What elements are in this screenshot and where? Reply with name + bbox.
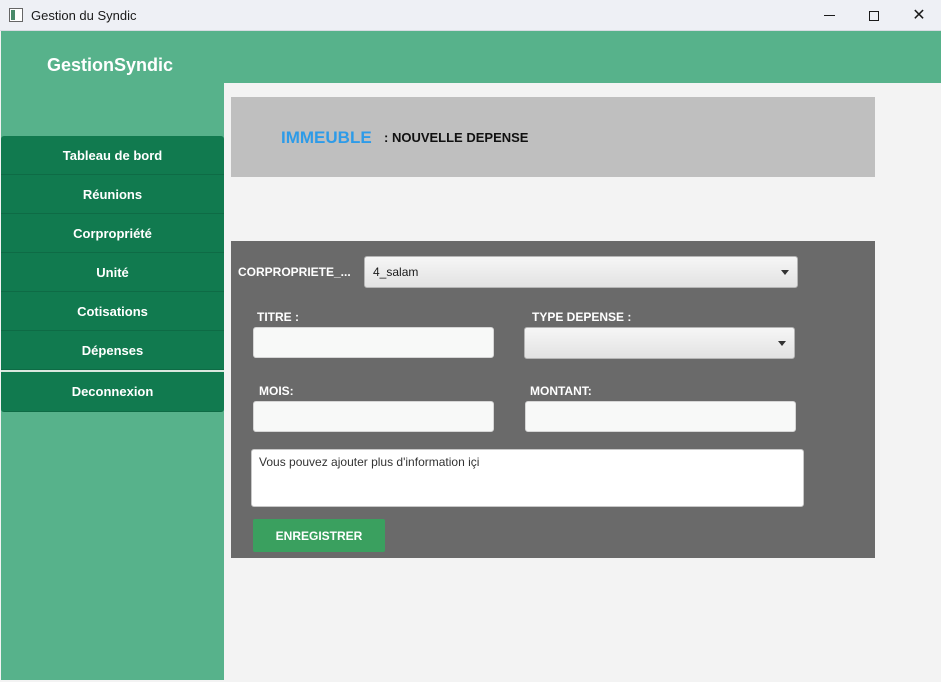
app-brand: GestionSyndic xyxy=(47,55,174,75)
montant-label: MONTANT: xyxy=(530,384,592,398)
type-depense-select[interactable] xyxy=(524,327,795,359)
montant-input[interactable] xyxy=(525,401,796,432)
page-title: IMMEUBLE xyxy=(281,128,372,147)
sidebar-item-corpropriete[interactable]: Corpropriété xyxy=(1,214,224,253)
chevron-down-icon xyxy=(781,270,789,275)
minimize-button[interactable] xyxy=(806,0,852,31)
app-header: GestionSyndic xyxy=(1,31,941,83)
page-header: IMMEUBLE : NOUVELLE DEPENSE xyxy=(231,97,875,177)
chevron-down-icon xyxy=(778,341,786,346)
mois-input[interactable] xyxy=(253,401,494,432)
maximize-button[interactable] xyxy=(851,0,897,31)
titre-input[interactable] xyxy=(253,327,494,358)
window-titlebar: Gestion du Syndic ✕ xyxy=(0,0,941,31)
sidebar-item-reunions[interactable]: Réunions xyxy=(1,175,224,214)
notes-textarea[interactable]: Vous pouvez ajouter plus d'information i… xyxy=(251,449,804,507)
maximize-icon xyxy=(869,10,879,21)
corpropriete-label: CORPROPRIETE_... xyxy=(238,265,351,279)
sidebar-item-tableau-de-bord[interactable]: Tableau de bord xyxy=(1,136,224,175)
logout-button[interactable]: Deconnexion xyxy=(1,372,224,412)
sidebar-menu: Tableau de bord Réunions Corpropriété Un… xyxy=(1,136,224,412)
sidebar-item-depenses[interactable]: Dépenses xyxy=(1,331,224,370)
corpropriete-select[interactable]: 4_salam xyxy=(364,256,798,288)
mois-label: MOIS: xyxy=(259,384,294,398)
type-depense-label: TYPE DEPENSE : xyxy=(532,310,632,324)
sidebar-item-unite[interactable]: Unité xyxy=(1,253,224,292)
app-icon xyxy=(9,8,23,22)
close-icon: ✕ xyxy=(912,6,926,24)
page-subtitle: : NOUVELLE DEPENSE xyxy=(384,130,529,145)
minimize-icon xyxy=(823,15,835,16)
expense-form: CORPROPRIETE_... 4_salam TITRE : TYPE DE… xyxy=(231,241,875,558)
close-button[interactable]: ✕ xyxy=(896,0,941,31)
sidebar-item-cotisations[interactable]: Cotisations xyxy=(1,292,224,331)
corpropriete-value: 4_salam xyxy=(373,265,419,279)
window-title: Gestion du Syndic xyxy=(31,8,137,23)
titre-label: TITRE : xyxy=(257,310,299,324)
save-button[interactable]: ENREGISTRER xyxy=(253,519,385,552)
